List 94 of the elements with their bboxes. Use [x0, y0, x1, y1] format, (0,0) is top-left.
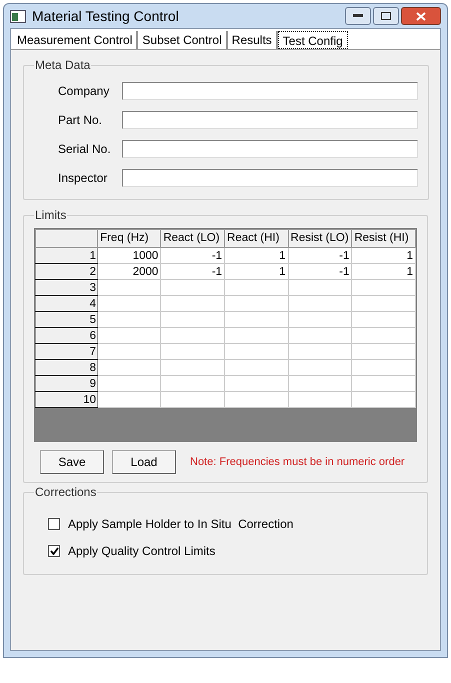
table-cell — [224, 312, 288, 328]
table-cell: 1 — [224, 248, 288, 264]
checkbox-label: Apply Sample Holder to In Situ Correction — [68, 516, 294, 533]
table-cell — [352, 360, 416, 376]
table-cell — [352, 296, 416, 312]
table-cell — [224, 280, 288, 296]
table-cell — [224, 328, 288, 344]
column-header[interactable]: React (LO) — [160, 230, 225, 248]
column-header[interactable]: Freq (Hz) — [98, 230, 161, 248]
table-cell: 2000 — [98, 264, 161, 280]
table-cell — [288, 280, 352, 296]
row-header[interactable]: 2 — [36, 264, 98, 280]
table-cell — [224, 376, 288, 392]
table-cell — [352, 392, 416, 408]
column-header[interactable]: Resist (HI) — [352, 230, 416, 248]
table-cell — [98, 344, 161, 360]
checkbox[interactable] — [48, 518, 60, 530]
row-header[interactable]: 6 — [36, 328, 98, 344]
table-cell — [352, 344, 416, 360]
table-cell — [98, 392, 161, 408]
table-cell — [288, 312, 352, 328]
checkbox-label: Apply Quality Control Limits — [68, 543, 216, 560]
table-cell — [160, 344, 225, 360]
table-cell — [288, 328, 352, 344]
table-cell — [160, 376, 225, 392]
close-button[interactable] — [401, 7, 441, 25]
table-cell — [288, 360, 352, 376]
action-button[interactable]: Load — [112, 450, 176, 474]
field-label: Company — [57, 83, 110, 100]
maximize-icon — [381, 12, 391, 20]
close-icon — [416, 12, 426, 20]
table-cell: -1 — [288, 248, 352, 264]
maximize-button[interactable] — [373, 7, 399, 25]
table-cell — [224, 344, 288, 360]
app-icon — [10, 10, 26, 22]
column-header[interactable]: React (HI) — [224, 230, 288, 248]
group-title: Limits — [34, 207, 68, 224]
table-cell — [160, 280, 225, 296]
table-cell — [352, 312, 416, 328]
tab[interactable]: Test Config — [278, 31, 348, 49]
table-cell — [160, 392, 225, 408]
table-cell — [160, 296, 225, 312]
field-label: Serial No. — [57, 141, 112, 158]
table-cell — [288, 344, 352, 360]
row-header[interactable]: 8 — [36, 360, 98, 376]
field-label: Inspector — [57, 170, 108, 187]
table-cell: 1 — [352, 248, 416, 264]
table-cell — [288, 296, 352, 312]
table-cell: 1000 — [98, 248, 161, 264]
row-header[interactable]: 7 — [36, 344, 98, 360]
column-header[interactable]: Resist (LO) — [288, 230, 352, 248]
row-header[interactable]: 1 — [36, 248, 98, 264]
table-cell — [288, 376, 352, 392]
corner-header — [36, 230, 98, 248]
row-header[interactable]: 5 — [36, 312, 98, 328]
input-field[interactable] — [122, 82, 418, 100]
table-cell — [98, 312, 161, 328]
table-cell — [98, 328, 161, 344]
row-header[interactable]: 9 — [36, 376, 98, 392]
input-field[interactable] — [122, 111, 418, 129]
group-title: Corrections — [34, 484, 98, 501]
input-field[interactable] — [122, 169, 418, 187]
input-field[interactable] — [122, 140, 418, 158]
table-cell: 1 — [352, 264, 416, 280]
table-cell — [160, 360, 225, 376]
table-cell — [224, 392, 288, 408]
checkbox[interactable] — [48, 545, 60, 557]
field-label: Part No. — [57, 112, 104, 129]
table-cell — [352, 328, 416, 344]
group-title: Meta Data — [34, 57, 92, 74]
action-button[interactable]: Save — [40, 450, 104, 474]
window-title: Material Testing Control — [32, 6, 179, 26]
table-cell — [98, 376, 161, 392]
table-cell: -1 — [288, 264, 352, 280]
minimize-button[interactable] — [345, 7, 371, 25]
table-cell — [160, 328, 225, 344]
table-cell: -1 — [160, 248, 225, 264]
row-header[interactable]: 10 — [36, 392, 98, 408]
row-header[interactable]: 4 — [36, 296, 98, 312]
table-cell — [98, 280, 161, 296]
table-cell — [98, 360, 161, 376]
row-header[interactable]: 3 — [36, 280, 98, 296]
table-cell — [352, 376, 416, 392]
table-cell — [288, 392, 352, 408]
table-cell: 1 — [224, 264, 288, 280]
table-cell — [352, 280, 416, 296]
table-cell — [224, 360, 288, 376]
check-icon — [50, 547, 58, 555]
minimize-icon — [353, 14, 363, 18]
table-cell — [160, 312, 225, 328]
note-text: Note: Frequencies must be in numeric order — [190, 454, 405, 470]
table-cell: -1 — [160, 264, 225, 280]
table-cell — [224, 296, 288, 312]
table-cell — [98, 296, 161, 312]
